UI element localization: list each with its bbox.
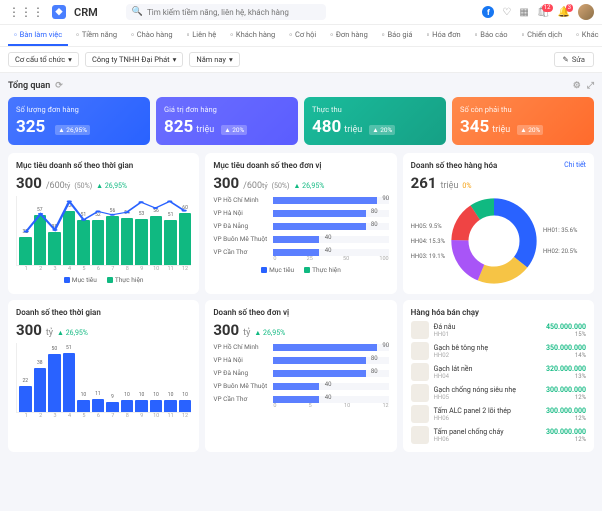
nav-item-7[interactable]: ▫Báo giá xyxy=(376,25,419,46)
section-title: Tổng quan xyxy=(8,81,50,91)
kpi-card-0: Số lượng đơn hàng325▲ 26,95% xyxy=(8,97,150,145)
nav-tabs: ▫Bàn làm việc▫Tiềm năng▫Chào hàng▫Liên h… xyxy=(0,25,602,47)
user-avatar[interactable] xyxy=(578,4,594,20)
nav-item-0[interactable]: ▫Bàn làm việc xyxy=(8,25,68,46)
product-image xyxy=(411,384,429,402)
hbar-row: VP Đà Nẵng80 xyxy=(213,369,388,377)
hbar-row: VP Buôn Mê Thuột40 xyxy=(213,382,388,390)
hbar-row: VP Buôn Mê Thuột40 xyxy=(213,235,388,243)
hbar-row: VP Hồ Chí Minh90 xyxy=(213,196,388,204)
product-row[interactable]: Tấm panel chống cháyHH06300.000.00012% xyxy=(411,426,586,444)
nav-icon: ▫ xyxy=(76,30,79,39)
calendar-icon[interactable]: ▦ xyxy=(519,7,528,18)
nav-icon: ▫ xyxy=(382,30,385,39)
donut-chart xyxy=(449,196,539,286)
app-name: CRM xyxy=(74,6,98,19)
nav-item-3[interactable]: ▫Liên hệ xyxy=(181,25,223,46)
topbar: ⋮⋮⋮ ◆ CRM 🔍 f ♡ ▦ 🛍12 🔔3 xyxy=(0,0,602,25)
product-image xyxy=(411,405,429,423)
search-box[interactable]: 🔍 xyxy=(126,4,326,20)
bell-icon[interactable]: 🔔3 xyxy=(558,7,570,18)
nav-item-8[interactable]: ▫Hóa đơn xyxy=(420,25,466,46)
product-image xyxy=(411,321,429,339)
product-row[interactable]: Tấm ALC panel 2 lõi thépHH06300.000.0001… xyxy=(411,405,586,423)
nav-icon: ▫ xyxy=(230,30,233,39)
period-filter[interactable]: Năm nay ▾ xyxy=(189,52,239,67)
nav-icon: ▫ xyxy=(426,30,429,39)
nav-icon: ▫ xyxy=(521,30,524,39)
nav-item-6[interactable]: ▫Đơn hàng xyxy=(324,25,374,46)
search-icon: 🔍 xyxy=(132,7,143,17)
nav-item-2[interactable]: ▫Chào hàng xyxy=(125,25,178,46)
product-row[interactable]: Gạch bê tông nhẹHH02350.000.00014% xyxy=(411,342,586,360)
card-sales-by-product: Doanh số theo hàng hóa Chi tiết 261 triệ… xyxy=(403,153,594,294)
kpi-card-3: Số còn phải thu345triệu▲ 20% xyxy=(452,97,594,145)
app-logo: ◆ xyxy=(52,5,66,19)
chart-target-unit: VP Hồ Chí Minh90 VP Hà Nội80 VP Đà Nẵng80 V… xyxy=(213,196,388,256)
nav-item-1[interactable]: ▫Tiềm năng xyxy=(70,25,123,46)
nav-icon: ▫ xyxy=(330,30,333,39)
product-image xyxy=(411,363,429,381)
kpi-card-1: Giá trị đơn hàng825triệu▲ 20% xyxy=(156,97,298,145)
settings-icon[interactable]: ⚙ xyxy=(573,81,581,91)
product-image xyxy=(411,342,429,360)
nav-item-10[interactable]: ▫Chiến dịch xyxy=(515,25,568,46)
kpi-card-2: Thực thu480triệu▲ 20% xyxy=(304,97,446,145)
chart-target-time: 325738625152565453565160 xyxy=(16,196,191,266)
hbar-row: VP Cần Thơ40 xyxy=(213,248,388,256)
hbar-row: VP Đà Nẵng80 xyxy=(213,222,388,230)
nav-icon: ▫ xyxy=(289,30,292,39)
product-row[interactable]: Gạch lát nềnHH04320.000.00013% xyxy=(411,363,586,381)
hbar-row: VP Hà Nội80 xyxy=(213,356,388,364)
nav-item-9[interactable]: ▫Báo cáo xyxy=(469,25,514,46)
nav-icon: ▫ xyxy=(14,30,17,39)
support-icon[interactable]: ♡ xyxy=(502,7,511,18)
chart-sales-time: 22385051101191010101010 xyxy=(16,343,191,413)
refresh-icon[interactable]: ⟳ xyxy=(55,81,63,91)
search-input[interactable] xyxy=(147,8,320,17)
product-row[interactable]: Đá nâuHH01450.000.00015% xyxy=(411,321,586,339)
card-target-by-time: Mục tiêu doanh số theo thời gian 300/600… xyxy=(8,153,199,294)
detail-link[interactable]: Chi tiết xyxy=(564,161,586,174)
app-grid-icon[interactable]: ⋮⋮⋮ xyxy=(8,5,44,19)
facebook-icon[interactable]: f xyxy=(482,6,494,18)
org-filter[interactable]: Cơ cấu tổ chức ▾ xyxy=(8,52,79,67)
hbar-row: VP Cần Thơ40 xyxy=(213,395,388,403)
nav-icon: ▫ xyxy=(187,30,190,39)
nav-item-5[interactable]: ▫Cơ hội xyxy=(283,25,322,46)
card-sales-by-time: Doanh số theo thời gian 300 tỷ ▲ 26,95% … xyxy=(8,300,199,452)
card-sales-by-unit: Doanh số theo đơn vị 300 tỷ ▲ 26,95% VP … xyxy=(205,300,396,452)
product-image xyxy=(411,426,429,444)
expand-icon[interactable]: ⤢ xyxy=(587,81,594,91)
cart-icon[interactable]: 🛍12 xyxy=(537,7,550,18)
product-row[interactable]: Gạch chống nóng siêu nhẹHH05300.000.0001… xyxy=(411,384,586,402)
edit-button[interactable]: ✎ Sửa xyxy=(554,52,594,67)
hbar-row: VP Hồ Chí Minh90 xyxy=(213,343,388,351)
chart-sales-unit: VP Hồ Chí Minh90 VP Hà Nội80 VP Đà Nẵng80 V… xyxy=(213,343,388,403)
card-target-by-unit: Mục tiêu doanh số theo đơn vị 300/600tỷ … xyxy=(205,153,396,294)
hbar-row: VP Hà Nội80 xyxy=(213,209,388,217)
card-top-products: Hàng hóa bán chạy Đá nâuHH01450.000.0001… xyxy=(403,300,594,452)
org-value[interactable]: Công ty TNHH Đại Phát ▾ xyxy=(85,52,183,67)
nav-icon: ▫ xyxy=(131,30,134,39)
nav-icon: ▫ xyxy=(576,30,579,39)
nav-item-4[interactable]: ▫Khách hàng xyxy=(224,25,281,46)
filter-bar: Cơ cấu tổ chức ▾ Công ty TNHH Đại Phát ▾… xyxy=(0,47,602,73)
nav-item-11[interactable]: ▫Khác xyxy=(570,25,602,46)
nav-icon: ▫ xyxy=(475,30,478,39)
